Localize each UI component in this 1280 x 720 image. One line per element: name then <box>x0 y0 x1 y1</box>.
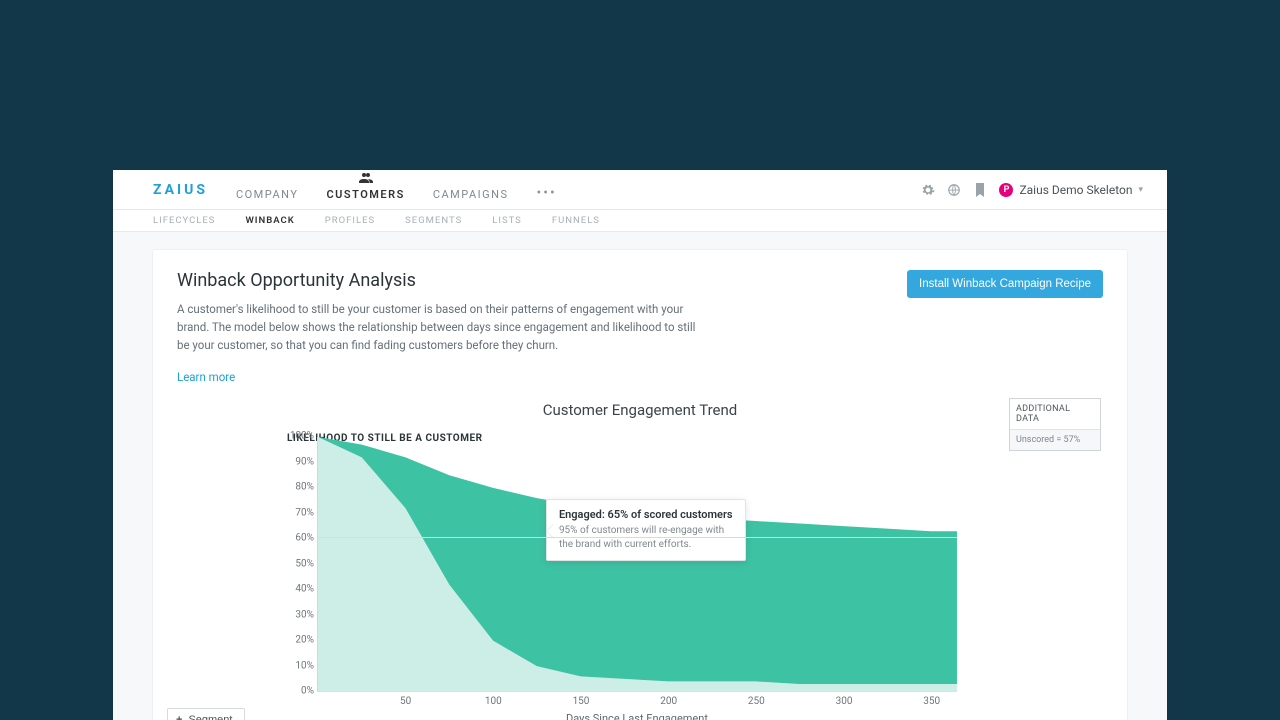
nav-label: CAMPAIGNS <box>433 188 509 201</box>
y-tick: 70% <box>284 507 314 518</box>
nav-company[interactable]: COMPANY <box>236 170 299 209</box>
user-name: Zaius Demo Skeleton <box>1019 183 1132 197</box>
learn-more-link[interactable]: Learn more <box>177 370 235 384</box>
chart-areas <box>318 437 957 692</box>
install-recipe-button[interactable]: Install Winback Campaign Recipe <box>907 270 1103 298</box>
nav-customers[interactable]: CUSTOMERS <box>326 170 404 209</box>
subnav-funnels[interactable]: FUNNELS <box>552 215 600 226</box>
winback-card: Winback Opportunity Analysis A customer'… <box>153 250 1127 720</box>
brand-logo: ZAIUS <box>153 182 208 198</box>
bookmark-icon[interactable] <box>973 183 987 197</box>
x-tick: 150 <box>573 696 590 707</box>
subnav-winback[interactable]: WINBACK <box>245 215 294 226</box>
topbar: ZAIUS COMPANY CUSTOMERS CAMPAIGNS ••• <box>113 170 1167 210</box>
people-icon <box>326 172 404 184</box>
x-tick: 100 <box>485 696 502 707</box>
add-segment-button[interactable]: + Segment <box>167 708 245 720</box>
primary-nav: COMPANY CUSTOMERS CAMPAIGNS ••• <box>236 170 557 209</box>
user-avatar: P <box>999 183 1013 197</box>
page-title: Winback Opportunity Analysis <box>177 270 707 291</box>
y-tick: 10% <box>284 660 314 671</box>
subnav-segments[interactable]: SEGMENTS <box>405 215 462 226</box>
gridline <box>318 537 957 538</box>
subnav-lifecycles[interactable]: LIFECYCLES <box>153 215 215 226</box>
nav-campaigns[interactable]: CAMPAIGNS <box>433 170 509 209</box>
y-tick: 60% <box>284 533 314 544</box>
subnav-profiles[interactable]: PROFILES <box>325 215 375 226</box>
additional-data-header: ADDITIONAL DATA <box>1010 399 1100 430</box>
card-header-text: Winback Opportunity Analysis A customer'… <box>177 270 707 385</box>
content: Winback Opportunity Analysis A customer'… <box>113 232 1167 720</box>
nav-label: COMPANY <box>236 188 299 201</box>
x-axis-label: Days Since Last Engagement <box>317 712 957 720</box>
page-description: A customer's likelihood to still be your… <box>177 301 707 354</box>
y-tick: 0% <box>284 686 314 697</box>
nav-more[interactable]: ••• <box>537 170 557 209</box>
nav-label: CUSTOMERS <box>326 188 404 201</box>
tooltip-title: Engaged: 65% of scored customers <box>559 508 733 521</box>
topbar-right: P Zaius Demo Skeleton ▾ <box>921 183 1143 197</box>
y-tick: 90% <box>284 456 314 467</box>
chart-title: Customer Engagement Trend <box>177 401 1103 419</box>
y-tick: 30% <box>284 609 314 620</box>
x-tick: 200 <box>660 696 677 707</box>
card-header: Winback Opportunity Analysis A customer'… <box>177 270 1103 385</box>
chart-wrap: LIKELIHOOD TO STILL BE A CUSTOMER Engage… <box>177 437 1103 720</box>
chevron-down-icon: ▾ <box>1138 185 1143 195</box>
chart-tooltip: Engaged: 65% of scored customers 95% of … <box>546 499 746 561</box>
app-window: ZAIUS COMPANY CUSTOMERS CAMPAIGNS ••• <box>113 170 1167 720</box>
sub-nav: LIFECYCLES WINBACK PROFILES SEGMENTS LIS… <box>113 210 1167 232</box>
y-tick: 20% <box>284 635 314 646</box>
ellipsis-icon: ••• <box>537 185 557 201</box>
x-tick: 50 <box>400 696 411 707</box>
y-tick: 40% <box>284 584 314 595</box>
x-tick: 350 <box>923 696 940 707</box>
gear-icon[interactable] <box>921 183 935 197</box>
plus-icon: + <box>176 714 182 720</box>
y-tick: 100% <box>284 431 314 442</box>
y-tick: 80% <box>284 482 314 493</box>
x-tick: 250 <box>748 696 765 707</box>
user-menu[interactable]: P Zaius Demo Skeleton ▾ <box>999 183 1143 197</box>
segment-button-label: Segment <box>188 714 232 720</box>
x-tick: 300 <box>836 696 853 707</box>
globe-icon[interactable] <box>947 183 961 197</box>
chart-plot-area: Engaged: 65% of scored customers 95% of … <box>317 437 957 692</box>
y-tick: 50% <box>284 558 314 569</box>
subnav-lists[interactable]: LISTS <box>492 215 522 226</box>
